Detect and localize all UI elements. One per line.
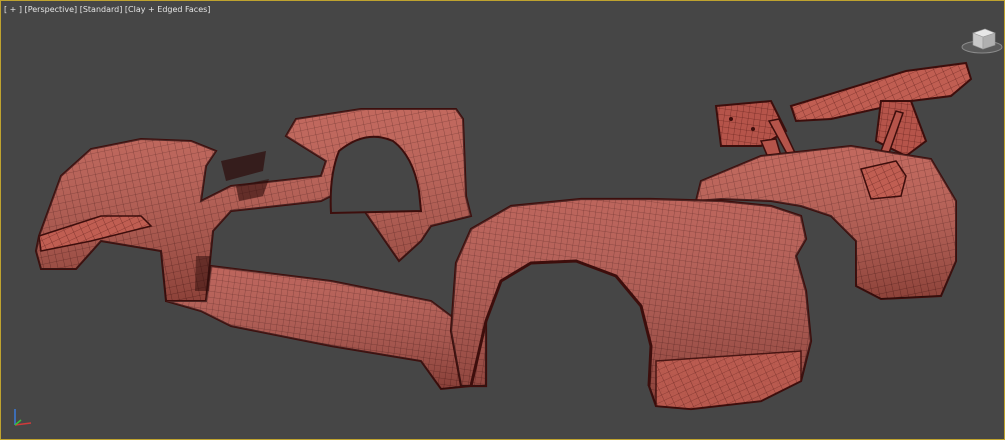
axis-tripod-icon: [14, 409, 32, 426]
perspective-viewport[interactable]: [ + ] [Perspective] [Standard] [Clay + E…: [0, 0, 1005, 440]
viewcube-icon[interactable]: [959, 23, 1005, 55]
car-body-kit-model[interactable]: [1, 1, 1005, 440]
left-body-side[interactable]: [34, 108, 473, 391]
front-right-fender[interactable]: [449, 197, 813, 411]
